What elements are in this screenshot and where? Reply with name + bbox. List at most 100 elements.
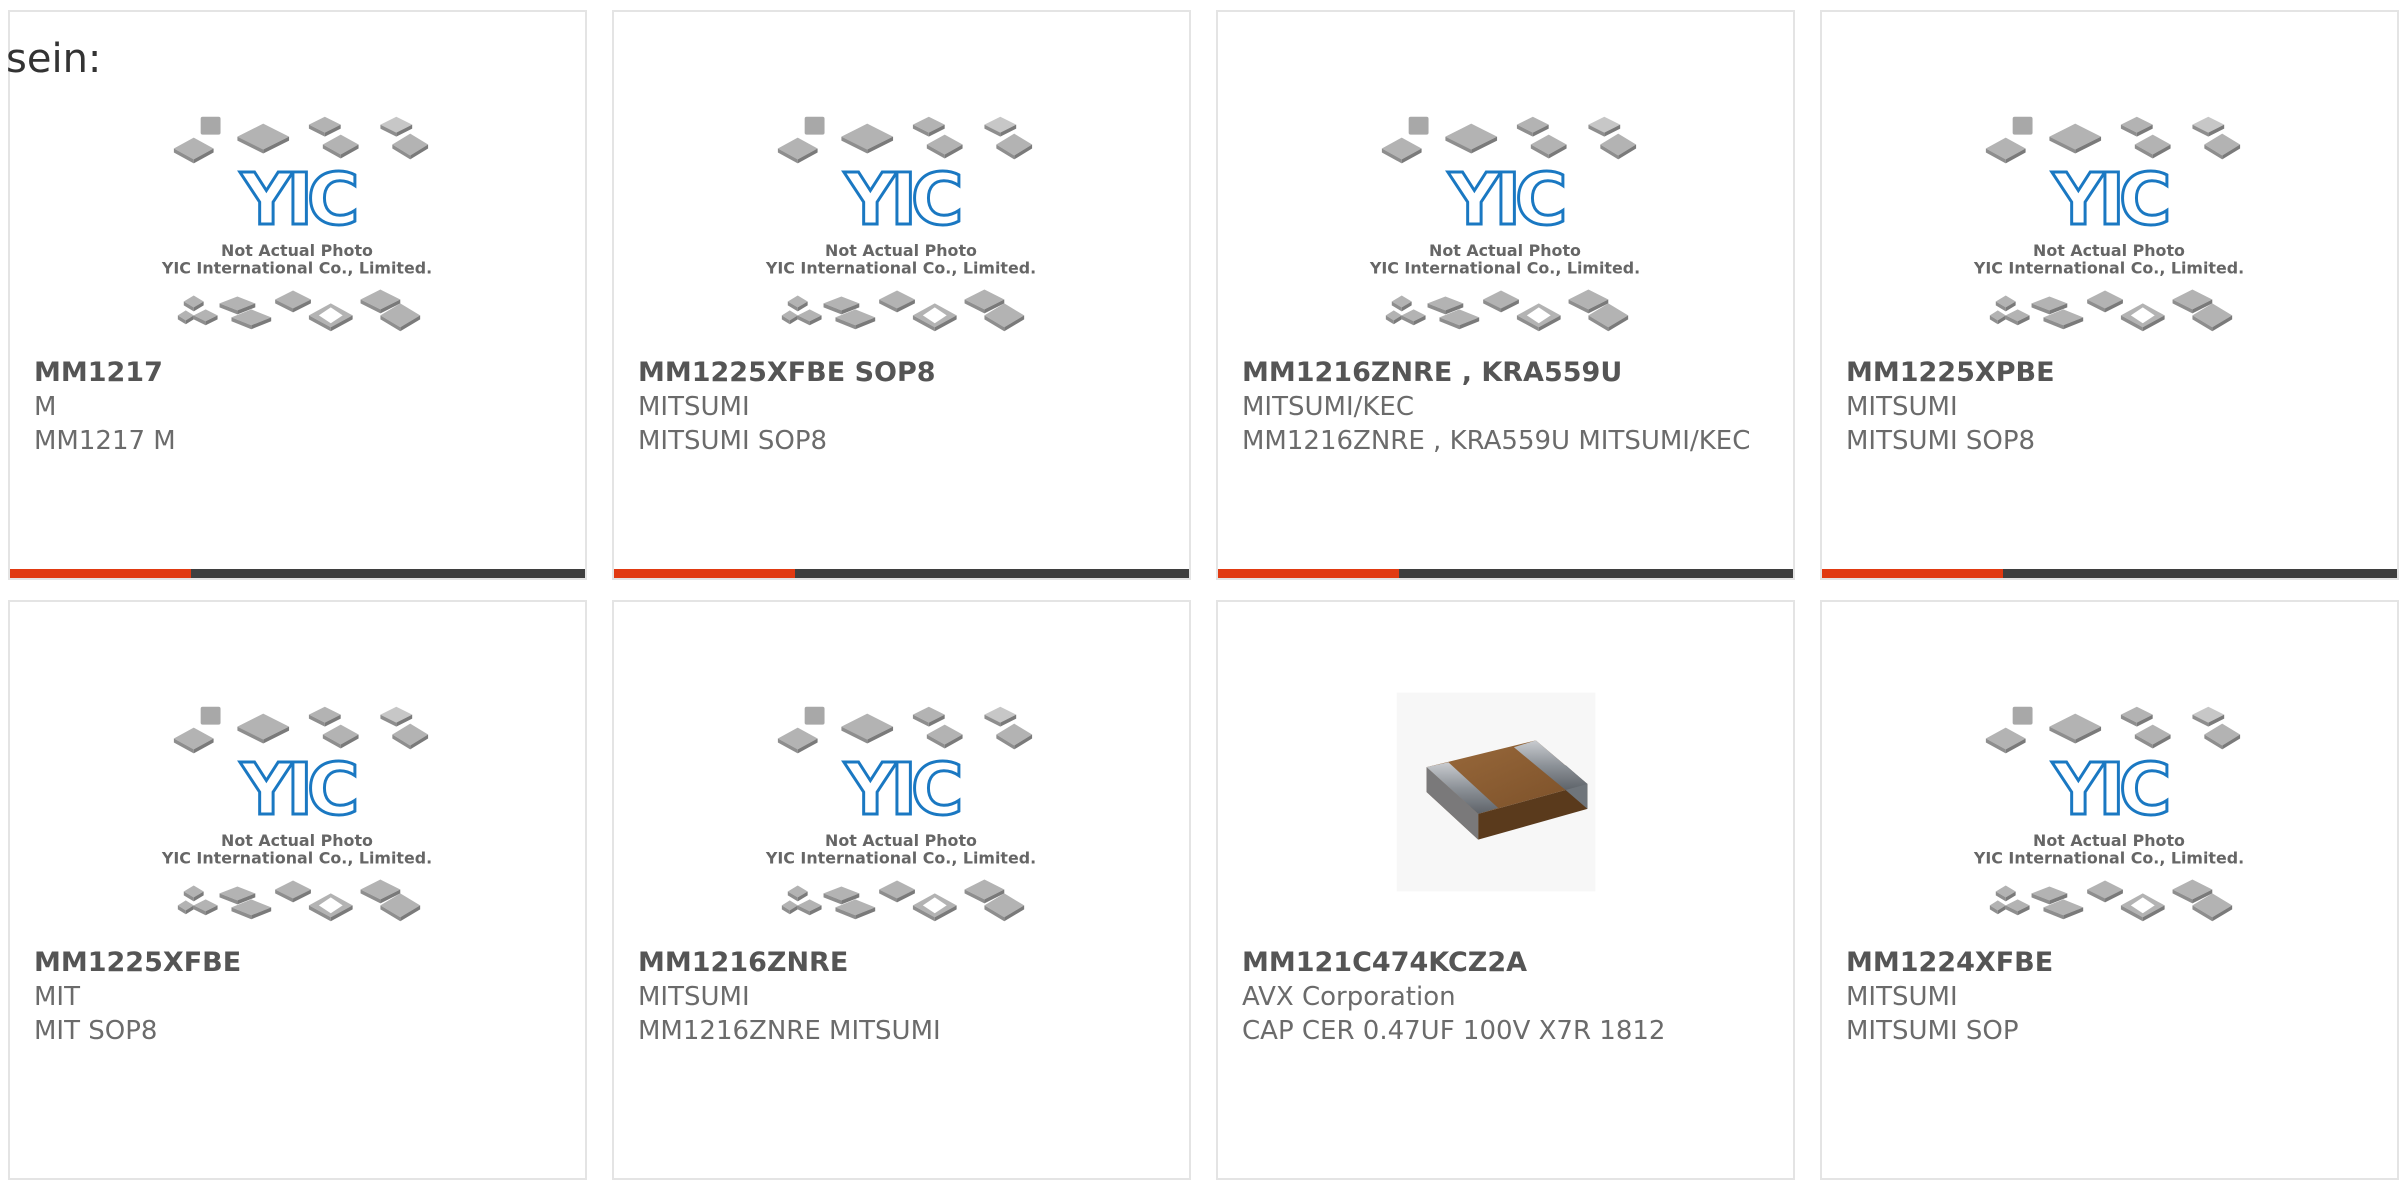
product-image-placeholder[interactable]: YIC Not Actual Photo YIC International Co.… <box>1822 102 2397 342</box>
product-card[interactable]: YIC Not Actual Photo YIC International Co.… <box>1820 600 2399 1180</box>
product-image-placeholder[interactable]: YIC Not Actual Photo YIC International Co.… <box>10 102 585 342</box>
product-manufacturer: MITSUMI <box>1846 982 1958 1012</box>
chip-icon <box>996 723 1033 746</box>
chip-icon <box>2204 133 2241 156</box>
placeholder-caption-line1: Not Actual Photo <box>221 831 373 850</box>
product-image-placeholder[interactable]: YIC Not Actual Photo YIC International Co.… <box>1218 102 1793 342</box>
yic-logo: YIC <box>2052 158 2167 241</box>
yic-logo: YIC <box>844 158 959 241</box>
placeholder-caption-line2: YIC International Co., Limited. <box>161 849 432 868</box>
yic-placeholder-image: YICNot Actual PhotoYIC International Co.… <box>1369 116 1640 332</box>
yic-placeholder-image: YICNot Actual PhotoYIC International Co.… <box>161 706 432 922</box>
product-card[interactable]: YIC Not Actual Photo YIC International Co.… <box>1820 10 2399 580</box>
chip-icon <box>1381 137 1422 160</box>
product-part-number[interactable]: MM1225XPBE <box>1846 356 2377 390</box>
placeholder-caption-line1: Not Actual Photo <box>221 241 373 260</box>
yic-logo: YIC <box>2052 748 2167 831</box>
chip-icon <box>1445 123 1498 150</box>
product-part-number[interactable]: MM121C474KCZ2A <box>1242 946 1773 980</box>
chip-icon <box>237 713 290 740</box>
placeholder-caption-line1: Not Actual Photo <box>825 831 977 850</box>
yic-placeholder-image: YICNot Actual PhotoYIC International Co.… <box>161 116 432 332</box>
product-card[interactable]: YIC Not Actual Photo YIC International Co.… <box>8 600 587 1180</box>
chip-icon <box>777 727 818 750</box>
product-image-placeholder[interactable]: YIC Not Actual Photo YIC International Co.… <box>614 692 1189 932</box>
yic-placeholder-image: YICNot Actual PhotoYIC International Co.… <box>1973 706 2244 922</box>
yic-placeholder-image: YICNot Actual PhotoYIC International Co.… <box>765 116 1036 332</box>
chip-icon <box>804 706 825 725</box>
product-info: MM1216ZNRE , KRA559U MITSUMI/KEC MM1216Z… <box>1242 356 1773 458</box>
chip-icon <box>2204 723 2241 746</box>
placeholder-caption-line1: Not Actual Photo <box>2033 241 2185 260</box>
product-description: MITSUMI SOP8 <box>638 426 828 456</box>
product-part-number[interactable]: MM1216ZNRE , KRA559U <box>1242 356 1773 390</box>
chip-icon <box>392 723 429 746</box>
product-card[interactable]: YIC Not Actual Photo YIC International Co.… <box>1216 10 1795 580</box>
chip-icon <box>841 713 894 740</box>
product-manufacturer: M <box>34 392 57 422</box>
product-card[interactable]: YIC Not Actual Photo YIC International Co.… <box>8 10 587 580</box>
product-info: MM1225XFBE MIT MIT SOP8 <box>34 946 565 1048</box>
yic-logo: YIC <box>1448 158 1563 241</box>
chip-icon <box>200 116 221 135</box>
product-description: MM1216ZNRE MITSUMI <box>638 1016 941 1046</box>
chip-icon <box>804 116 825 135</box>
card-bottom-bar <box>1218 569 1793 578</box>
product-manufacturer: MIT <box>34 982 80 1012</box>
placeholder-caption-line2: YIC International Co., Limited. <box>1973 849 2244 868</box>
placeholder-caption-line2: YIC International Co., Limited. <box>765 849 1036 868</box>
product-description: MITSUMI SOP <box>1846 1016 2019 1046</box>
partial-heading: sein: <box>6 36 102 82</box>
card-accent-bar <box>614 569 796 578</box>
chip-icon <box>322 724 359 745</box>
product-card[interactable]: MM121C474KCZ2A AVX Corporation CAP CER 0… <box>1216 600 1795 1180</box>
chip-icon <box>2012 706 2033 725</box>
product-image-placeholder[interactable]: YIC Not Actual Photo YIC International Co.… <box>10 692 585 932</box>
product-card[interactable]: YIC Not Actual Photo YIC International Co.… <box>612 10 1191 580</box>
card-bottom-bar <box>614 569 1189 578</box>
product-part-number[interactable]: MM1225XFBE <box>34 946 565 980</box>
product-manufacturer: MITSUMI <box>1846 392 1958 422</box>
yic-logo: YIC <box>240 158 355 241</box>
product-image-placeholder[interactable]: YIC Not Actual Photo YIC International Co.… <box>614 102 1189 342</box>
chip-icon <box>237 123 290 150</box>
card-bottom-bar <box>1822 569 2397 578</box>
placeholder-caption-line2: YIC International Co., Limited. <box>161 259 432 278</box>
placeholder-caption-line1: Not Actual Photo <box>1429 241 1581 260</box>
product-info: MM1224XFBE MITSUMI MITSUMI SOP <box>1846 946 2377 1048</box>
chip-icon <box>841 123 894 150</box>
product-part-number[interactable]: MM1217 <box>34 356 565 390</box>
product-part-number[interactable]: MM1225XFBE SOP8 <box>638 356 1169 390</box>
product-description: MITSUMI SOP8 <box>1846 426 2036 456</box>
placeholder-caption-line2: YIC International Co., Limited. <box>765 259 1036 278</box>
chip-icon <box>996 133 1033 156</box>
chip-icon <box>1408 116 1429 135</box>
chip-icon <box>2049 713 2102 740</box>
chip-icon <box>173 137 214 160</box>
product-photo[interactable] <box>1218 672 1793 912</box>
chip-icon <box>2049 123 2102 150</box>
product-info: MM1225XPBE MITSUMI MITSUMI SOP8 <box>1846 356 2377 458</box>
chip-icon <box>173 727 214 750</box>
card-accent-bar <box>1822 569 2004 578</box>
placeholder-caption-line2: YIC International Co., Limited. <box>1973 259 2244 278</box>
product-description: MM1216ZNRE , KRA559U MITSUMI/KEC <box>1242 426 1751 456</box>
chip-icon <box>392 133 429 156</box>
product-info: MM1216ZNRE MITSUMI MM1216ZNRE MITSUMI <box>638 946 1169 1048</box>
yic-logo: YIC <box>844 748 959 831</box>
chip-icon <box>1600 133 1637 156</box>
placeholder-caption-line1: Not Actual Photo <box>2033 831 2185 850</box>
product-card[interactable]: YIC Not Actual Photo YIC International Co.… <box>612 600 1191 1180</box>
placeholder-caption-line2: YIC International Co., Limited. <box>1369 259 1640 278</box>
product-description: CAP CER 0.47UF 100V X7R 1812 <box>1242 1016 1666 1046</box>
product-info: MM1225XFBE SOP8 MITSUMI MITSUMI SOP8 <box>638 356 1169 458</box>
product-grid: YIC Not Actual Photo YIC International Co.… <box>0 0 2400 1180</box>
chip-icon <box>1985 727 2026 750</box>
chip-icon <box>2012 116 2033 135</box>
chip-icon <box>1985 137 2026 160</box>
product-image-placeholder[interactable]: YIC Not Actual Photo YIC International Co.… <box>1822 692 2397 932</box>
card-accent-bar <box>1218 569 1400 578</box>
placeholder-caption-line1: Not Actual Photo <box>825 241 977 260</box>
product-part-number[interactable]: MM1224XFBE <box>1846 946 2377 980</box>
product-part-number[interactable]: MM1216ZNRE <box>638 946 1169 980</box>
